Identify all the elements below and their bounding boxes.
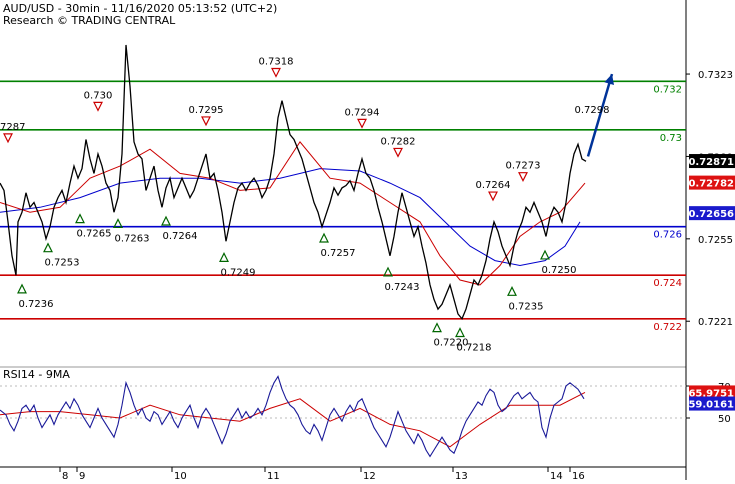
x-tick-label: 14 (550, 471, 563, 480)
buy-signal-marker (161, 215, 171, 226)
signal-label: 0.7318 (259, 56, 294, 67)
buy-signal-marker (432, 322, 442, 333)
signal-label: 0.7253 (45, 258, 80, 269)
y-tick-label: 0.7323 (698, 70, 733, 81)
chart-svg: 0.7320.730.7260.7240.722 0.72870.72360.7… (0, 0, 735, 482)
sell-signal-marker (393, 147, 403, 158)
level-label: 0.724 (653, 278, 682, 289)
signal-label: 0.7235 (509, 301, 544, 312)
level-label: 0.73 (660, 133, 682, 144)
signal-label: 0.730 (84, 90, 113, 101)
buy-signal-marker (75, 213, 85, 224)
level-label: 0.722 (653, 322, 682, 333)
sell-signal-marker (271, 67, 281, 78)
x-axis-ticks: 8 9 10 11 12 13 14 16 (59, 467, 585, 482)
signal-label: 0.7264 (163, 231, 198, 242)
price-badges: 0.728710.727820.7265665.975159.0161 (688, 154, 735, 411)
rsi-line (0, 375, 585, 458)
price-series (0, 44, 615, 458)
chart-window: 0.7320.730.7260.7240.722 0.72870.72360.7… (0, 0, 735, 482)
signal-label: 0.7257 (321, 248, 356, 259)
signal-label: 0.7249 (221, 267, 256, 278)
signal-label: 0.7294 (345, 107, 380, 118)
price-badge-label: 0.72782 (688, 179, 734, 190)
level-label: 0.726 (653, 230, 682, 241)
signal-label: 0.7250 (542, 265, 577, 276)
y-axis-ticks: 0.73230.72890.72550.72217050 (686, 70, 733, 425)
buy-signal-marker (540, 249, 550, 260)
rsi-levels (0, 385, 686, 419)
x-tick-label: 12 (363, 471, 376, 480)
level-label: 0.732 (653, 84, 682, 95)
price-badge-label: 0.72656 (688, 209, 734, 220)
rsi-title: RSI14 - 9MA (3, 368, 70, 381)
rsi-ma-line (0, 391, 586, 448)
y-tick-label: 0.7255 (698, 235, 733, 246)
signal-label: 0.7218 (457, 342, 492, 353)
sell-signal-marker (518, 172, 528, 183)
signal-label: 0.7265 (77, 229, 112, 240)
sell-signal-marker (488, 191, 498, 202)
signal-label: 0.7263 (115, 233, 150, 244)
signal-markers: 0.7287 0.7236 0.7253 0.7265 0.730 0.7263 0.726… (0, 56, 610, 353)
ma-fast-line (0, 141, 586, 286)
buy-signal-marker (319, 232, 329, 243)
sell-signal-marker (3, 133, 13, 144)
x-tick-label: 8 (62, 471, 68, 480)
signal-label: 0.7295 (189, 105, 224, 116)
sell-signal-marker (93, 101, 103, 112)
buy-signal-marker (43, 242, 53, 253)
x-tick-label: 10 (174, 471, 187, 480)
signal-label: 0.7264 (476, 180, 511, 191)
signal-label: 0.7236 (19, 299, 54, 310)
signal-label: 0.7298 (575, 105, 610, 116)
buy-signal-marker (455, 327, 465, 338)
signal-label: 0.7273 (506, 161, 541, 172)
price-badge-label: 0.72871 (688, 157, 734, 168)
rsi-badge-label: 59.0161 (688, 400, 734, 411)
signal-label: 0.7287 (0, 122, 26, 133)
x-tick-label: 16 (572, 471, 585, 480)
x-tick-label: 13 (455, 471, 468, 480)
sell-signal-marker (201, 116, 211, 127)
buy-signal-marker (17, 283, 27, 294)
y-tick-label: 0.7221 (698, 317, 733, 328)
buy-signal-marker (507, 285, 517, 296)
buy-signal-marker (219, 252, 229, 262)
sell-signal-marker (357, 118, 367, 129)
signal-label: 0.7282 (381, 136, 416, 147)
x-tick-label: 11 (267, 471, 280, 480)
x-tick-label: 9 (79, 471, 85, 480)
horizontal-levels: 0.732 0.73 0.726 0.724 0.722 (0, 80, 686, 333)
signal-label: 0.7243 (385, 282, 420, 293)
rsi-tick-label: 50 (718, 414, 731, 425)
chart-subtitle: Research © TRADING CENTRAL (3, 14, 176, 27)
